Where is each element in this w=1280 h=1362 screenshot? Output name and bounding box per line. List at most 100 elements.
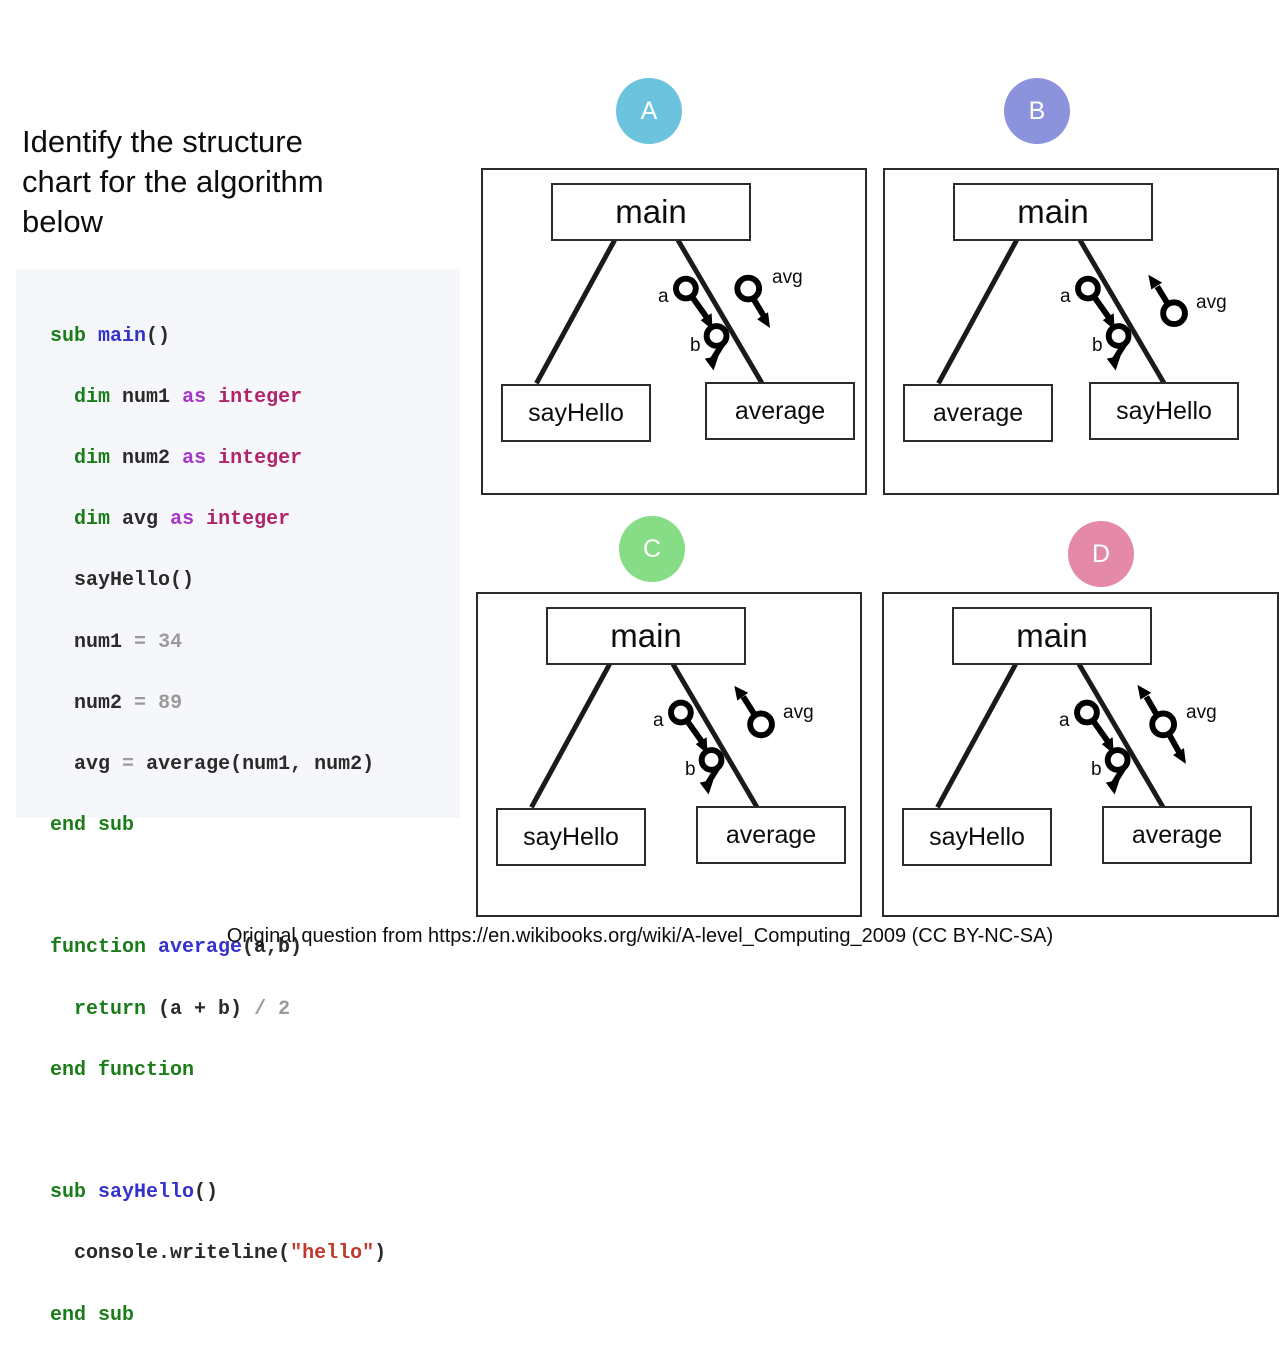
code-line: end function (50, 1056, 460, 1087)
node-right[interactable]: average (1102, 806, 1252, 864)
node-right-label: sayHello (1116, 396, 1212, 425)
couple-avg (1137, 684, 1186, 764)
node-main[interactable]: main (551, 183, 751, 241)
node-right-label: average (725, 820, 817, 849)
code-line: sub sayHello() (50, 1181, 219, 1205)
node-main-label: main (610, 617, 682, 654)
couple-a-label: a (658, 286, 669, 307)
keyword-end-sub: end sub (50, 1303, 135, 1327)
option-badge-a-label: A (640, 96, 658, 125)
identifier-avg: avg (74, 752, 111, 776)
option-badge-b[interactable]: B (1004, 78, 1070, 144)
node-main[interactable]: main (953, 183, 1153, 241)
edge-main-right (1076, 662, 1166, 809)
code-line: dim num1 as integer (50, 383, 460, 414)
identifier-num1: num1 (122, 385, 171, 409)
couple-b (698, 747, 725, 795)
node-right-label: average (1131, 820, 1223, 849)
couple-b-label: b (1092, 335, 1103, 356)
option-badge-c-label: C (642, 534, 662, 563)
code-line: avg = average(num1, num2) (74, 752, 375, 776)
keyword-sub: sub (50, 1181, 87, 1205)
code-line: console.writeline("hello") (74, 1242, 387, 1266)
keyword-as: as (170, 508, 195, 532)
couple-avg-label: avg (1196, 292, 1227, 313)
couple-avg (734, 274, 770, 329)
identifier-num1: num1 (242, 752, 291, 776)
node-left-label: average (932, 398, 1024, 427)
identifier-avg: avg (122, 508, 159, 532)
node-right[interactable]: sayHello (1089, 382, 1239, 440)
node-right[interactable]: average (705, 382, 855, 440)
node-left-label: sayHello (528, 398, 624, 427)
couple-avg-label: avg (772, 267, 803, 288)
identifier-num1: num1 (74, 630, 123, 654)
node-left[interactable]: sayHello (501, 384, 651, 442)
node-main-label: main (1016, 617, 1088, 654)
literal-2: 2 (278, 997, 291, 1021)
code-line: sayHello() (74, 569, 195, 593)
couple-a-label: a (1060, 286, 1071, 307)
option-badge-c[interactable]: C (619, 516, 685, 582)
option-badge-a[interactable]: A (616, 78, 682, 144)
identifier-num2: num2 (314, 752, 363, 776)
code-line: return (a + b) / 2 (74, 997, 291, 1021)
node-right-label: average (734, 396, 826, 425)
option-panel-a[interactable]: main sayHello average a b avg (481, 168, 867, 495)
call-average: average (146, 752, 231, 776)
literal-34: 34 (158, 630, 183, 654)
couple-b (703, 323, 730, 371)
page-title: Identify the structure chart for the alg… (22, 124, 324, 239)
keyword-end-function: end function (50, 1058, 195, 1082)
node-main[interactable]: main (546, 607, 746, 665)
couple-avg (1148, 274, 1188, 328)
node-left[interactable]: average (903, 384, 1053, 442)
couple-b (1105, 323, 1132, 371)
node-left[interactable]: sayHello (496, 808, 646, 866)
couple-b-label: b (690, 335, 701, 356)
algorithm-code-block: sub main() dim num1 as integer dim num2 … (16, 269, 460, 1327)
keyword-dim: dim (74, 385, 111, 409)
call-sayhello: sayHello (74, 569, 171, 593)
code-line: dim num2 as integer (50, 444, 460, 475)
option-badge-b-label: B (1028, 96, 1046, 125)
couple-avg-label: avg (1186, 702, 1217, 723)
code-line: num1 = 34 (74, 630, 183, 654)
couple-avg-label: avg (783, 702, 814, 723)
option-badge-d[interactable]: D (1068, 521, 1134, 587)
couple-b-label: b (685, 759, 696, 780)
type-integer: integer (218, 446, 303, 470)
type-integer: integer (206, 508, 291, 532)
option-panel-c[interactable]: main sayHello average a b avg (476, 592, 862, 917)
code-line: end sub (50, 811, 460, 842)
literal-hello: "hello" (290, 1242, 375, 1266)
node-main[interactable]: main (952, 607, 1152, 665)
couple-avg (734, 685, 775, 739)
code-line: dim avg as integer (50, 505, 460, 536)
option-panel-b[interactable]: main average sayHello a b avg (883, 168, 1279, 495)
keyword-as: as (182, 446, 207, 470)
keyword-end-sub: end sub (50, 814, 135, 838)
type-integer: integer (218, 385, 303, 409)
edge-main-left (936, 238, 1019, 385)
node-main-label: main (615, 193, 687, 230)
keyword-dim: dim (74, 446, 111, 470)
code-line: end sub (50, 1301, 460, 1332)
node-left-label: sayHello (929, 822, 1025, 851)
code-line: num2 = 89 (74, 691, 183, 715)
keyword-dim: dim (74, 508, 111, 532)
node-right[interactable]: average (696, 806, 846, 864)
identifier-num2: num2 (122, 446, 171, 470)
node-left[interactable]: sayHello (902, 808, 1052, 866)
identifier-sayhello: sayHello (98, 1181, 195, 1205)
edge-main-right (1077, 238, 1167, 385)
option-panel-d[interactable]: main sayHello average a b avg (882, 592, 1279, 917)
option-badge-d-label: D (1091, 539, 1111, 568)
edge-main-left (529, 662, 612, 809)
node-left-label: sayHello (523, 822, 619, 851)
identifier-main: main (98, 324, 147, 348)
couple-a-label: a (1059, 710, 1070, 731)
edge-main-right (670, 662, 760, 809)
